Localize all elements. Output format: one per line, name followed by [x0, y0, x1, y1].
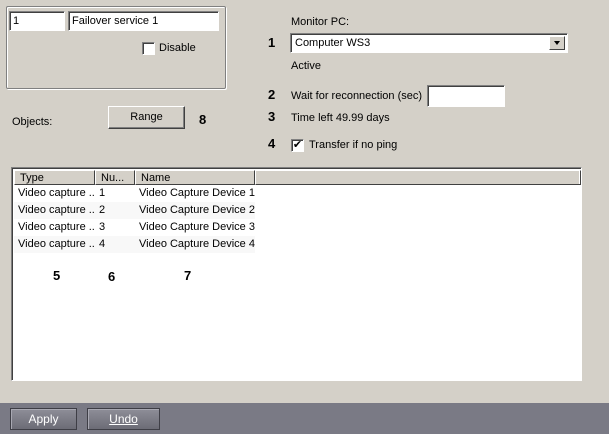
disable-checkbox[interactable] — [142, 42, 155, 55]
range-button-label: Range — [130, 111, 163, 123]
transfer-checkbox[interactable]: ✔ — [291, 139, 304, 152]
column-name-label: Name — [141, 172, 171, 184]
table-row[interactable]: Video capture ... 2 Video Capture Device… — [14, 202, 255, 219]
cell-number: 4 — [99, 238, 106, 250]
checkmark-icon: ✔ — [292, 139, 303, 151]
monitor-pc-selected: Computer WS3 — [295, 37, 371, 49]
cell-name: Video Capture Device 3 — [139, 221, 255, 233]
cell-name: Video Capture Device 1 — [139, 187, 255, 199]
monitor-status: Active — [291, 60, 321, 72]
monitor-pc-select[interactable]: Computer WS3 — [290, 33, 568, 53]
cell-type: Video capture ... — [18, 204, 95, 216]
table-row[interactable]: Video capture ... 1 Video Capture Device… — [14, 185, 255, 202]
cell-type: Video capture ... — [18, 221, 95, 233]
service-id-value: 1 — [13, 15, 20, 27]
callout-2: 2 — [268, 87, 276, 102]
transfer-label: Transfer if no ping — [309, 139, 398, 151]
service-name-value: Failover service 1 — [72, 15, 159, 27]
list-header: Type Nu... Name — [14, 170, 581, 185]
column-type-label: Type — [20, 172, 44, 184]
reconnection-input[interactable] — [427, 85, 505, 107]
undo-button[interactable]: Undo — [87, 408, 160, 430]
callout-3: 3 — [268, 109, 276, 124]
cell-type: Video capture ... — [18, 238, 95, 250]
callout-7: 7 — [184, 268, 192, 283]
undo-button-label: Undo — [109, 412, 138, 426]
service-name-field[interactable]: Failover service 1 — [68, 11, 219, 31]
callout-6: 6 — [108, 269, 116, 284]
column-header-number[interactable]: Nu... — [95, 170, 135, 185]
cell-number: 3 — [99, 221, 106, 233]
column-number-label: Nu... — [101, 172, 125, 184]
cell-number: 1 — [99, 187, 106, 199]
table-row[interactable]: Video capture ... 3 Video Capture Device… — [14, 219, 255, 236]
time-left-text: Time left 49.99 days — [291, 112, 390, 124]
callout-8: 8 — [199, 112, 207, 127]
cell-type: Video capture ... — [18, 187, 95, 199]
column-header-empty — [255, 170, 581, 185]
column-header-type[interactable]: Type — [14, 170, 95, 185]
cell-name: Video Capture Device 4 — [139, 238, 255, 250]
column-header-name[interactable]: Name — [135, 170, 255, 185]
range-button[interactable]: Range — [108, 106, 185, 129]
cell-name: Video Capture Device 2 — [139, 204, 255, 216]
apply-button-label: Apply — [28, 412, 59, 426]
cell-number: 2 — [99, 204, 106, 216]
chevron-down-icon[interactable] — [549, 36, 565, 50]
objects-list[interactable]: Type Nu... Name Video capture ... 1 Vide… — [11, 167, 582, 381]
table-row[interactable]: Video capture ... 4 Video Capture Device… — [14, 236, 255, 253]
callout-4: 4 — [268, 136, 276, 151]
reconnection-label: Wait for reconnection (sec) — [291, 90, 423, 102]
disable-label: Disable — [159, 42, 196, 54]
apply-button[interactable]: Apply — [10, 408, 77, 430]
callout-1: 1 — [268, 35, 276, 50]
callout-5: 5 — [53, 268, 61, 283]
service-id-field[interactable]: 1 — [9, 11, 65, 31]
objects-label: Objects: — [12, 116, 53, 128]
monitor-pc-label: Monitor PC: — [291, 16, 350, 28]
